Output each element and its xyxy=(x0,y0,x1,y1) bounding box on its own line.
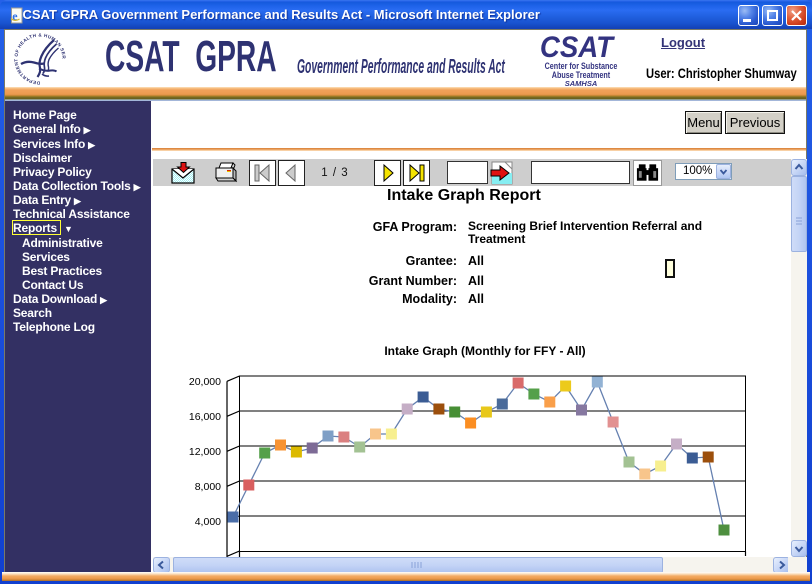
svg-text:16,000: 16,000 xyxy=(189,411,221,423)
svg-text:4,000: 4,000 xyxy=(195,516,221,528)
svg-text:20,000: 20,000 xyxy=(189,376,221,388)
svg-text:8,000: 8,000 xyxy=(195,481,221,493)
svg-text:12,000: 12,000 xyxy=(189,446,221,458)
